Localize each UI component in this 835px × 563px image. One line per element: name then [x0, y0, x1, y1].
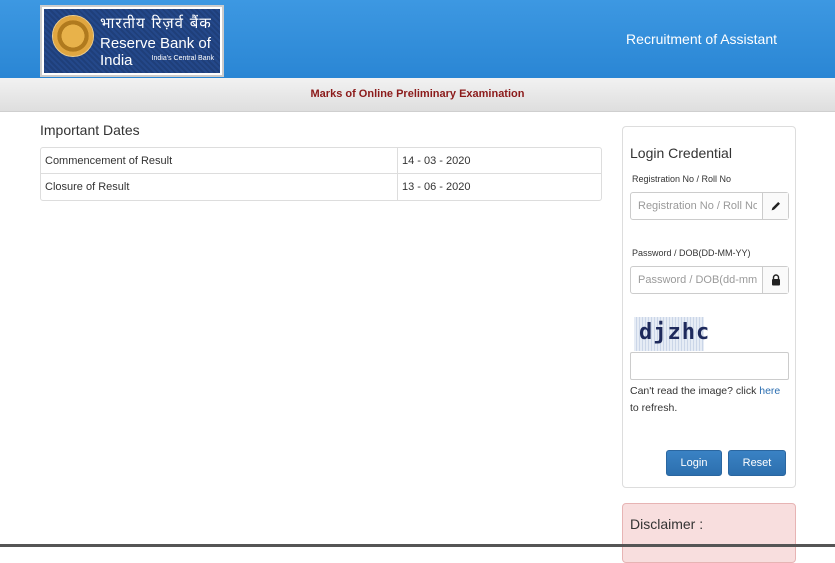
disclaimer-panel: Disclaimer :	[622, 503, 796, 563]
captcha-refresh-link[interactable]: here	[759, 385, 780, 397]
captcha-text: djzhc	[639, 320, 711, 345]
registration-input-group	[630, 192, 789, 220]
date-label: Closure of Result	[45, 181, 130, 193]
date-value: 13 - 06 - 2020	[397, 174, 601, 200]
password-label: Password / DOB(DD-MM-YY)	[632, 248, 751, 258]
logo-background: भारतीय रिज़र्व बैंक Reserve Bank of Indi…	[44, 9, 220, 73]
captcha-input[interactable]	[630, 352, 789, 380]
lock-icon	[762, 267, 788, 293]
refresh-prefix: Can't read the image? click	[630, 385, 760, 397]
captcha-refresh-text: Can't read the image? click here to refr…	[630, 383, 790, 417]
disclaimer-title: Disclaimer :	[630, 516, 704, 532]
header-title: Recruitment of Assistant	[626, 31, 777, 47]
password-input-group	[630, 266, 789, 294]
table-row: Closure of Result 13 - 06 - 2020	[41, 174, 601, 200]
logo-tagline: India's Central Bank	[151, 55, 214, 62]
table-row: Commencement of Result 14 - 03 - 2020	[41, 148, 601, 174]
logo-hindi-text: भारतीय रिज़र्व बैंक	[100, 14, 212, 32]
registration-label: Registration No / Roll No	[632, 174, 732, 184]
login-title: Login Credential	[630, 145, 732, 161]
sub-header-bar: Marks of Online Preliminary Examination	[0, 78, 835, 112]
date-label: Commencement of Result	[41, 148, 397, 174]
login-button[interactable]: Login	[666, 450, 722, 476]
refresh-suffix: to refresh.	[630, 402, 678, 414]
captcha-image: djzhc	[634, 317, 709, 351]
rbi-seal-icon	[52, 15, 94, 57]
page-header: भारतीय रिज़र्व बैंक Reserve Bank of Indi…	[0, 0, 835, 78]
registration-input[interactable]	[631, 193, 764, 219]
rbi-logo[interactable]: भारतीय रिज़र्व बैंक Reserve Bank of Indi…	[40, 5, 224, 77]
pencil-icon	[762, 193, 788, 219]
page-title: Marks of Online Preliminary Examination	[310, 88, 525, 100]
important-dates-heading: Important Dates	[40, 122, 140, 138]
password-input[interactable]	[631, 267, 764, 293]
date-value: 14 - 03 - 2020	[397, 148, 601, 174]
reset-button[interactable]: Reset	[728, 450, 786, 476]
important-dates-table: Commencement of Result 14 - 03 - 2020 Cl…	[40, 147, 602, 201]
logo-english-text: Reserve Bank of India	[100, 35, 211, 69]
login-panel: Login Credential Registration No / Roll …	[622, 126, 796, 488]
